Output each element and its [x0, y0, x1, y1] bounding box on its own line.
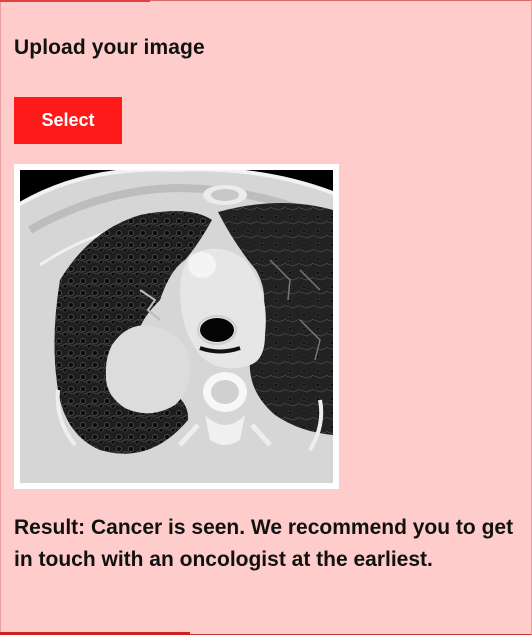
select-image-button[interactable]: Select [14, 97, 122, 144]
top-accent-line [0, 0, 150, 2]
upload-title: Upload your image [14, 36, 205, 59]
uploaded-image-card [14, 164, 339, 489]
result-text: Result: Cancer is seen. We recommend you… [14, 516, 514, 571]
ct-scan-image [20, 170, 333, 483]
